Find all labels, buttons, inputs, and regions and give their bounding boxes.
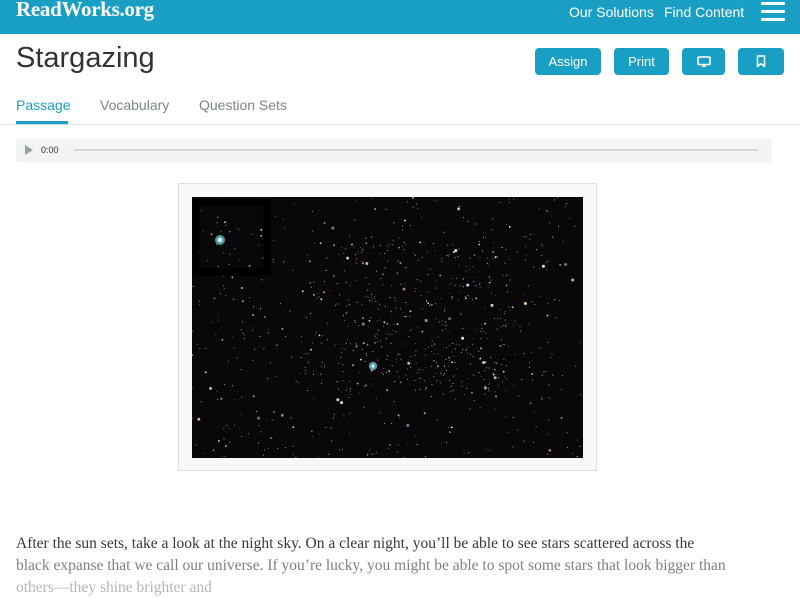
play-icon[interactable] [25,145,33,155]
page-title: Stargazing [16,42,155,74]
audio-time: 0:00 [41,145,59,155]
print-button[interactable]: Print [614,48,669,75]
present-button[interactable] [682,48,725,75]
tab-question-sets[interactable]: Question Sets [199,97,287,113]
tab-passage[interactable]: Passage [16,97,70,113]
nav-find-content[interactable]: Find Content [664,4,744,20]
bookmark-icon [756,55,766,68]
hamburger-icon[interactable] [761,2,785,21]
passage-text: After the sun sets, take a look at the n… [16,533,776,599]
audio-progress-track[interactable] [74,149,758,151]
passage-line: After the sun sets, take a look at the n… [16,535,695,552]
passage-line: black expanse that we call our universe.… [16,557,726,574]
tab-vocabulary[interactable]: Vocabulary [100,97,169,113]
star-cluster-image [192,197,583,458]
nav-our-solutions[interactable]: Our Solutions [569,4,654,20]
passage-figure [178,183,597,471]
monitor-icon [696,55,711,67]
content-tabs: Passage Vocabulary Question Sets [0,92,800,125]
assign-button[interactable]: Assign [535,48,601,75]
top-navigation-bar: ReadWorks.org Our Solutions Find Content [0,0,800,34]
active-tab-indicator [16,121,68,124]
passage-line: others—they shine brighter and [16,579,212,596]
audio-player: 0:00 [16,138,772,162]
bookmark-button[interactable] [738,48,784,75]
readworks-logo[interactable]: ReadWorks.org [16,0,154,22]
